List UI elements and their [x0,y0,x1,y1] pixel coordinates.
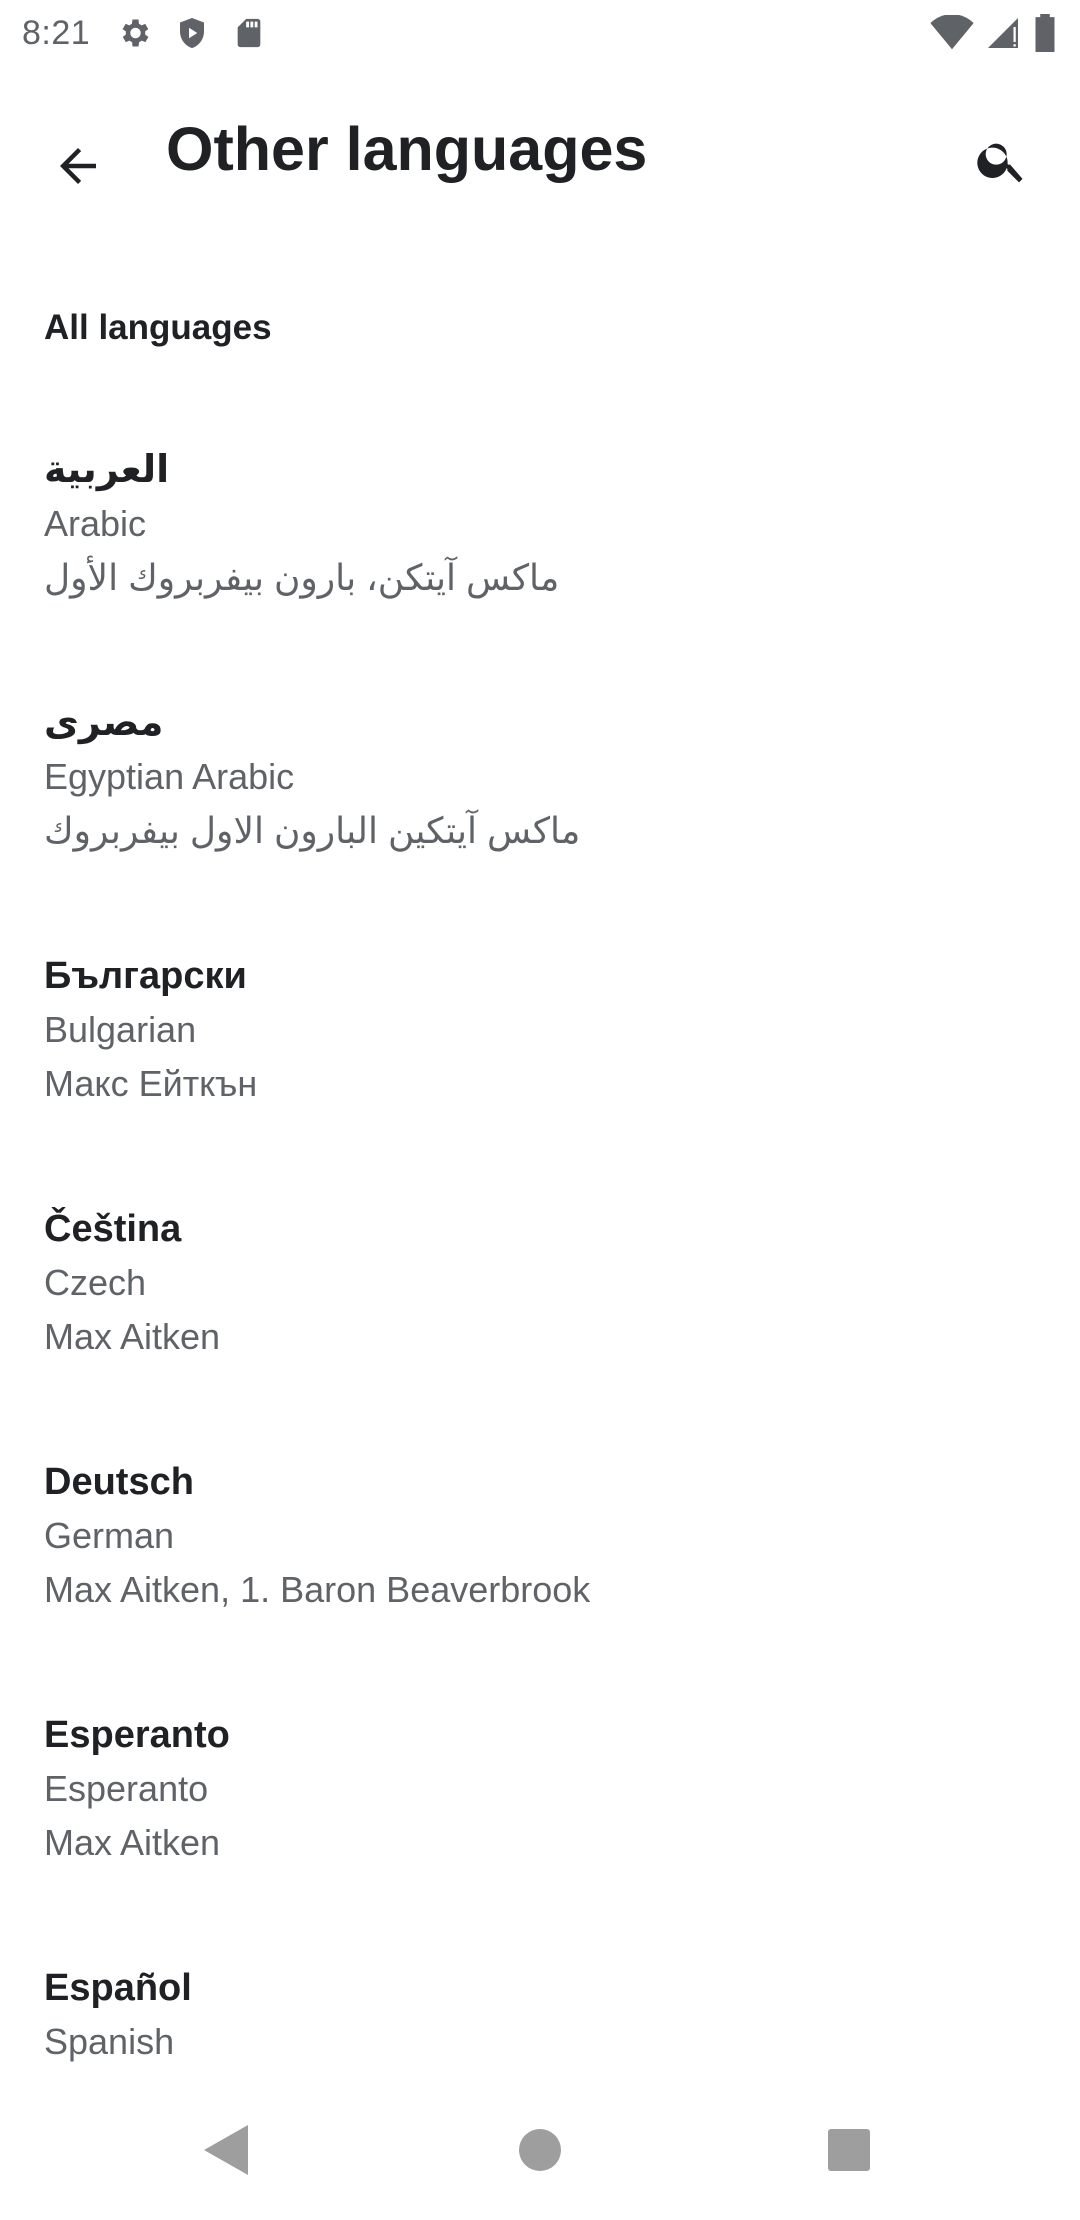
status-time: 8:21 [22,13,91,52]
language-article-title: Max Aitken, 1. Baron Beaverbrook [44,1569,591,1610]
nav-recents-button[interactable] [799,2102,899,2202]
language-native-name: Български [44,955,247,997]
language-native-name: Español [44,1967,192,2009]
nav-back-icon [204,2124,248,2180]
battery-icon [1032,14,1058,52]
arrow-back-icon [51,139,105,198]
language-article-title: ماكس آيتكن، بارون بيفربروك الأول [44,557,560,598]
language-item-czech[interactable]: Čeština Czech Max Aitken [0,1164,1080,1417]
status-notification-icons [116,15,266,51]
language-item-egyptian-arabic[interactable]: مصرى Egyptian Arabic ماكس آيتكين البارون… [0,658,1080,911]
language-item-bulgarian[interactable]: Български Bulgarian Макс Ейткън [0,911,1080,1164]
language-item-arabic[interactable]: العربية Arabic ماكس آيتكن، بارون بيفربرو… [0,405,1080,658]
nav-recents-icon [827,2128,871,2177]
app-bar: Other languages [0,66,1080,242]
language-item-german[interactable]: Deutsch German Max Aitken, 1. Baron Beav… [0,1417,1080,1670]
search-button[interactable] [954,114,1050,210]
status-bar: 8:21 [0,0,1080,66]
language-native-name: العربية [44,449,170,491]
language-list: العربية Arabic ماكس آيتكن، بارون بيفربرو… [0,405,1080,2082]
nav-home-icon [518,2128,562,2177]
languages-content[interactable]: All languages العربية Arabic ماكس آيتكن،… [0,242,1080,2082]
language-english-name: Arabic [44,503,147,544]
language-english-name: Bulgarian [44,1009,197,1050]
language-english-name: Czech [44,1262,147,1303]
language-item-esperanto[interactable]: Esperanto Esperanto Max Aitken [0,1670,1080,1923]
language-native-name: Čeština [44,1208,182,1250]
language-native-name: مصرى [44,702,164,744]
back-button[interactable] [30,120,126,216]
language-native-name: Deutsch [44,1461,194,1503]
language-article-title: Макс Ейткън [44,1063,258,1104]
sd-card-icon [232,15,266,51]
search-icon [974,132,1030,193]
language-article-title: Max Aitken [44,1822,221,1863]
wifi-icon [930,15,974,51]
language-article-title: Max Aitken [44,1316,221,1357]
page-title: Other languages [166,115,648,183]
cell-signal-icon [984,15,1022,51]
language-item-spanish[interactable]: Español Spanish William Maxwell Aitken [0,1923,1080,2082]
language-english-name: German [44,1515,175,1556]
language-english-name: Esperanto [44,1768,209,1809]
language-native-name: Esperanto [44,1714,230,1756]
nav-home-button[interactable] [490,2102,590,2202]
language-article-title: William Maxwell Aitken [44,2069,1036,2082]
language-english-name: Spanish [44,2021,175,2062]
shield-icon [174,15,210,51]
status-system-icons [930,14,1058,52]
section-header: All languages [44,308,272,347]
language-english-name: Egyptian Arabic [44,756,295,797]
gear-icon [116,15,152,51]
navigation-bar [0,2082,1080,2220]
language-article-title: ماكس آيتكين البارون الاول بيفربروك [44,810,581,851]
nav-back-button[interactable] [176,2102,276,2202]
